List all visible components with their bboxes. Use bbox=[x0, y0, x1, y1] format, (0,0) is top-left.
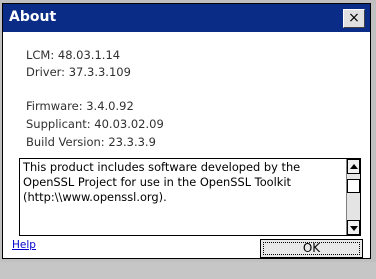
help-link[interactable]: Help bbox=[12, 239, 36, 251]
scroll-up-button[interactable] bbox=[347, 159, 360, 174]
license-notice-box[interactable]: This product includes software developed… bbox=[19, 158, 361, 236]
license-line: This product includes software developed… bbox=[23, 160, 301, 174]
close-icon: × bbox=[348, 10, 360, 26]
close-button[interactable]: × bbox=[343, 9, 365, 28]
arrow-down-icon bbox=[350, 226, 358, 231]
lcm-version: LCM: 48.03.1.14 bbox=[26, 48, 121, 62]
arrow-up-icon bbox=[350, 164, 358, 169]
ok-button[interactable]: OK bbox=[260, 239, 363, 258]
driver-version: Driver: 37.3.3.109 bbox=[26, 65, 131, 79]
firmware-version: Firmware: 3.4.0.92 bbox=[26, 99, 134, 113]
dialog-title: About bbox=[9, 9, 57, 25]
license-notice-text: This product includes software developed… bbox=[23, 160, 343, 205]
title-bar: About × bbox=[3, 4, 370, 32]
license-line: OpenSSL Project for use in the OpenSSL T… bbox=[23, 175, 292, 189]
vertical-scrollbar[interactable] bbox=[346, 159, 360, 235]
build-version: Build Version: 23.3.3.9 bbox=[26, 135, 156, 149]
scroll-down-button[interactable] bbox=[347, 220, 360, 235]
taskbar-strip bbox=[0, 262, 376, 279]
scroll-thumb[interactable] bbox=[347, 179, 360, 193]
license-line: (http:\\www.openssl.org). bbox=[23, 190, 167, 204]
ok-button-label: OK bbox=[302, 241, 321, 255]
supplicant-version: Supplicant: 40.03.02.09 bbox=[26, 117, 164, 131]
about-dialog: About × LCM: 48.03.1.14 Driver: 37.3.3.1… bbox=[2, 3, 371, 259]
